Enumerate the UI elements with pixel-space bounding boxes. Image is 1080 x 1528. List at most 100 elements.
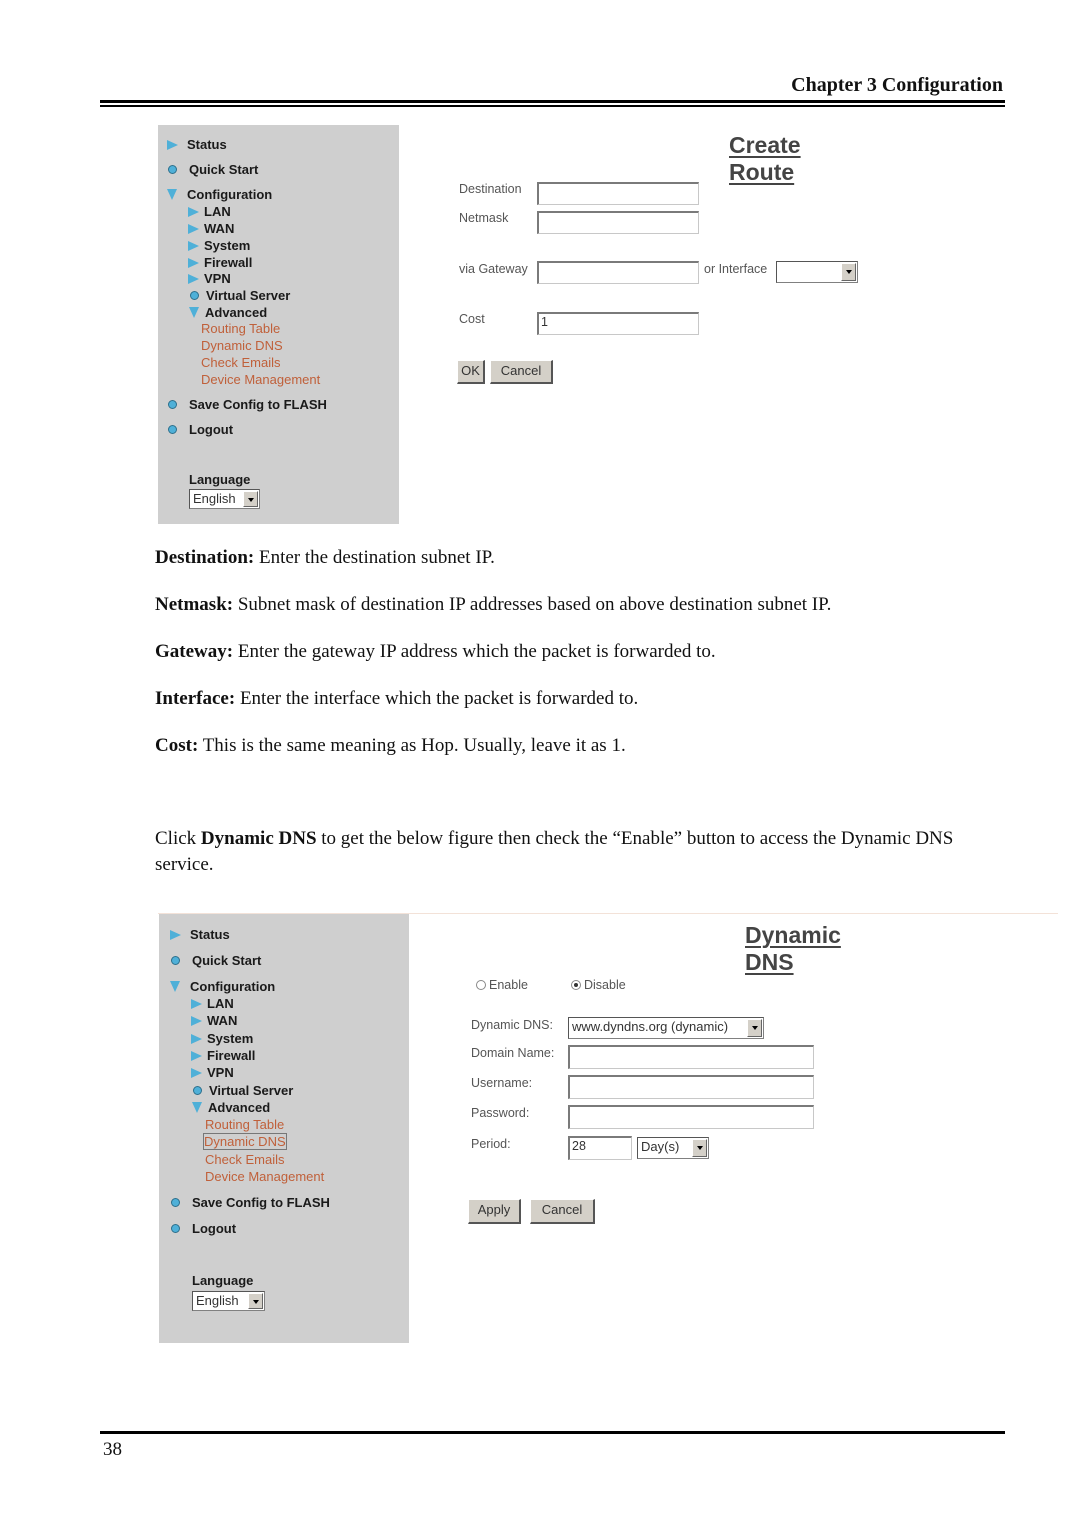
description-cost: Cost: This is the same meaning as Hop. U… <box>155 735 626 756</box>
gateway-input[interactable] <box>537 261 699 284</box>
disable-radio[interactable]: Disable <box>571 978 626 992</box>
sidebar-item-wan[interactable]: WAN <box>191 1013 237 1028</box>
header-rule <box>100 100 1005 103</box>
sidebar-item-status[interactable]: Status <box>167 137 227 152</box>
sidebar-item-vpn[interactable]: VPN <box>191 1065 234 1080</box>
radio-unchecked-icon <box>476 980 486 990</box>
description-destination: Destination: Enter the destination subne… <box>155 547 495 568</box>
cancel-button[interactable]: Cancel <box>490 360 553 384</box>
triangle-right-icon <box>191 1033 202 1044</box>
circle-icon <box>171 956 180 965</box>
sidebar-item-quick-start[interactable]: Quick Start <box>167 162 258 177</box>
sidebar-item-firewall[interactable]: Firewall <box>188 255 252 270</box>
interface-select[interactable] <box>776 261 858 283</box>
sidebar-item-quick-start[interactable]: Quick Start <box>170 953 261 968</box>
enable-radio[interactable]: Enable <box>476 978 528 992</box>
language-select[interactable]: English <box>192 1291 265 1311</box>
triangle-right-icon <box>188 273 199 284</box>
sidebar-item-status[interactable]: Status <box>170 927 230 942</box>
cancel-button[interactable]: Cancel <box>530 1199 595 1224</box>
sidebar-item-wan[interactable]: WAN <box>188 221 234 236</box>
sidebar-item-logout[interactable]: Logout <box>167 422 233 437</box>
username-input[interactable] <box>568 1075 814 1099</box>
sidebar-link-routing-table[interactable]: Routing Table <box>205 1117 284 1132</box>
circle-icon <box>171 1224 180 1233</box>
gateway-label: via Gateway <box>459 262 528 276</box>
sidebar-item-save-config[interactable]: Save Config to FLASH <box>170 1195 330 1210</box>
language-label: Language <box>192 1273 254 1288</box>
page-title: Dynamic DNS <box>745 922 841 975</box>
triangle-right-icon <box>188 223 199 234</box>
circle-icon <box>171 1198 180 1207</box>
sidebar-item-configuration[interactable]: Configuration <box>170 979 275 994</box>
description-gateway: Gateway: Enter the gateway IP address wh… <box>155 641 716 662</box>
header-rule-secondary <box>100 105 1005 107</box>
netmask-input[interactable] <box>537 211 699 234</box>
sidebar-item-advanced[interactable]: Advanced <box>189 305 267 320</box>
sidebar-item-system[interactable]: System <box>191 1031 253 1046</box>
circle-icon <box>168 425 177 434</box>
footer-rule <box>100 1431 1005 1434</box>
domain-name-input[interactable] <box>568 1045 814 1069</box>
username-label: Username: <box>471 1076 533 1090</box>
domain-name-label: Domain Name: <box>471 1046 555 1060</box>
sidebar-link-dynamic-dns[interactable]: Dynamic DNS <box>203 1133 287 1150</box>
page-number: 38 <box>103 1439 122 1460</box>
triangle-right-icon <box>170 929 181 940</box>
sidebar-item-virtual-server[interactable]: Virtual Server <box>192 1083 293 1098</box>
description-interface: Interface: Enter the interface which the… <box>155 688 639 709</box>
sidebar-link-dynamic-dns[interactable]: Dynamic DNS <box>201 338 283 353</box>
password-input[interactable] <box>568 1105 814 1129</box>
triangle-down-icon <box>167 189 177 200</box>
chevron-down-icon <box>243 491 258 507</box>
sidebar-link-routing-table[interactable]: Routing Table <box>201 321 280 336</box>
sidebar-link-check-emails[interactable]: Check Emails <box>201 355 280 370</box>
circle-icon <box>190 291 199 300</box>
triangle-down-icon <box>192 1102 202 1113</box>
sidebar-item-lan[interactable]: LAN <box>188 204 231 219</box>
triangle-right-icon <box>188 206 199 217</box>
password-label: Password: <box>471 1106 530 1120</box>
cost-input[interactable]: 1 <box>537 312 699 335</box>
period-input[interactable]: 28 <box>568 1136 632 1160</box>
triangle-down-icon <box>189 307 199 318</box>
dynamic-dns-provider-select[interactable]: www.dyndns.org (dynamic) <box>568 1017 764 1039</box>
netmask-label: Netmask <box>459 211 509 225</box>
description-netmask: Netmask: Subnet mask of destination IP a… <box>155 594 832 615</box>
sidebar-item-configuration[interactable]: Configuration <box>167 187 272 202</box>
triangle-down-icon <box>170 981 180 992</box>
chevron-down-icon <box>248 1293 263 1309</box>
triangle-right-icon <box>188 240 199 251</box>
period-unit-select[interactable]: Day(s) <box>637 1137 709 1159</box>
sidebar-link-device-management[interactable]: Device Management <box>201 372 320 387</box>
circle-icon <box>168 400 177 409</box>
sidebar-item-save-config[interactable]: Save Config to FLASH <box>167 397 327 412</box>
triangle-right-icon <box>191 1015 202 1026</box>
sidebar-item-lan[interactable]: LAN <box>191 996 234 1011</box>
destination-input[interactable] <box>537 182 699 205</box>
sidebar-item-system[interactable]: System <box>188 238 250 253</box>
triangle-right-icon <box>191 1067 202 1078</box>
chevron-down-icon <box>747 1019 762 1037</box>
sidebar-item-advanced[interactable]: Advanced <box>192 1100 270 1115</box>
sidebar-link-check-emails[interactable]: Check Emails <box>205 1152 284 1167</box>
circle-icon <box>168 165 177 174</box>
page-title: Create Route <box>729 132 801 185</box>
triangle-right-icon <box>188 257 199 268</box>
language-label: Language <box>189 472 251 487</box>
chevron-down-icon <box>841 263 856 281</box>
chevron-down-icon <box>692 1139 707 1157</box>
triangle-right-icon <box>191 1050 202 1061</box>
sidebar-item-virtual-server[interactable]: Virtual Server <box>189 288 290 303</box>
chapter-title: Chapter 3 Configuration <box>791 74 1003 96</box>
sidebar-item-logout[interactable]: Logout <box>170 1221 236 1236</box>
ok-button[interactable]: OK <box>457 360 485 384</box>
sidebar-item-firewall[interactable]: Firewall <box>191 1048 255 1063</box>
cost-label: Cost <box>459 312 485 326</box>
interface-label: or Interface <box>704 262 768 276</box>
apply-button[interactable]: Apply <box>468 1199 521 1224</box>
language-select[interactable]: English <box>189 489 260 509</box>
sidebar-link-device-management[interactable]: Device Management <box>205 1169 324 1184</box>
sidebar-item-vpn[interactable]: VPN <box>188 271 231 286</box>
dynamic-dns-intro: Click Dynamic DNS to get the below figur… <box>155 828 954 875</box>
